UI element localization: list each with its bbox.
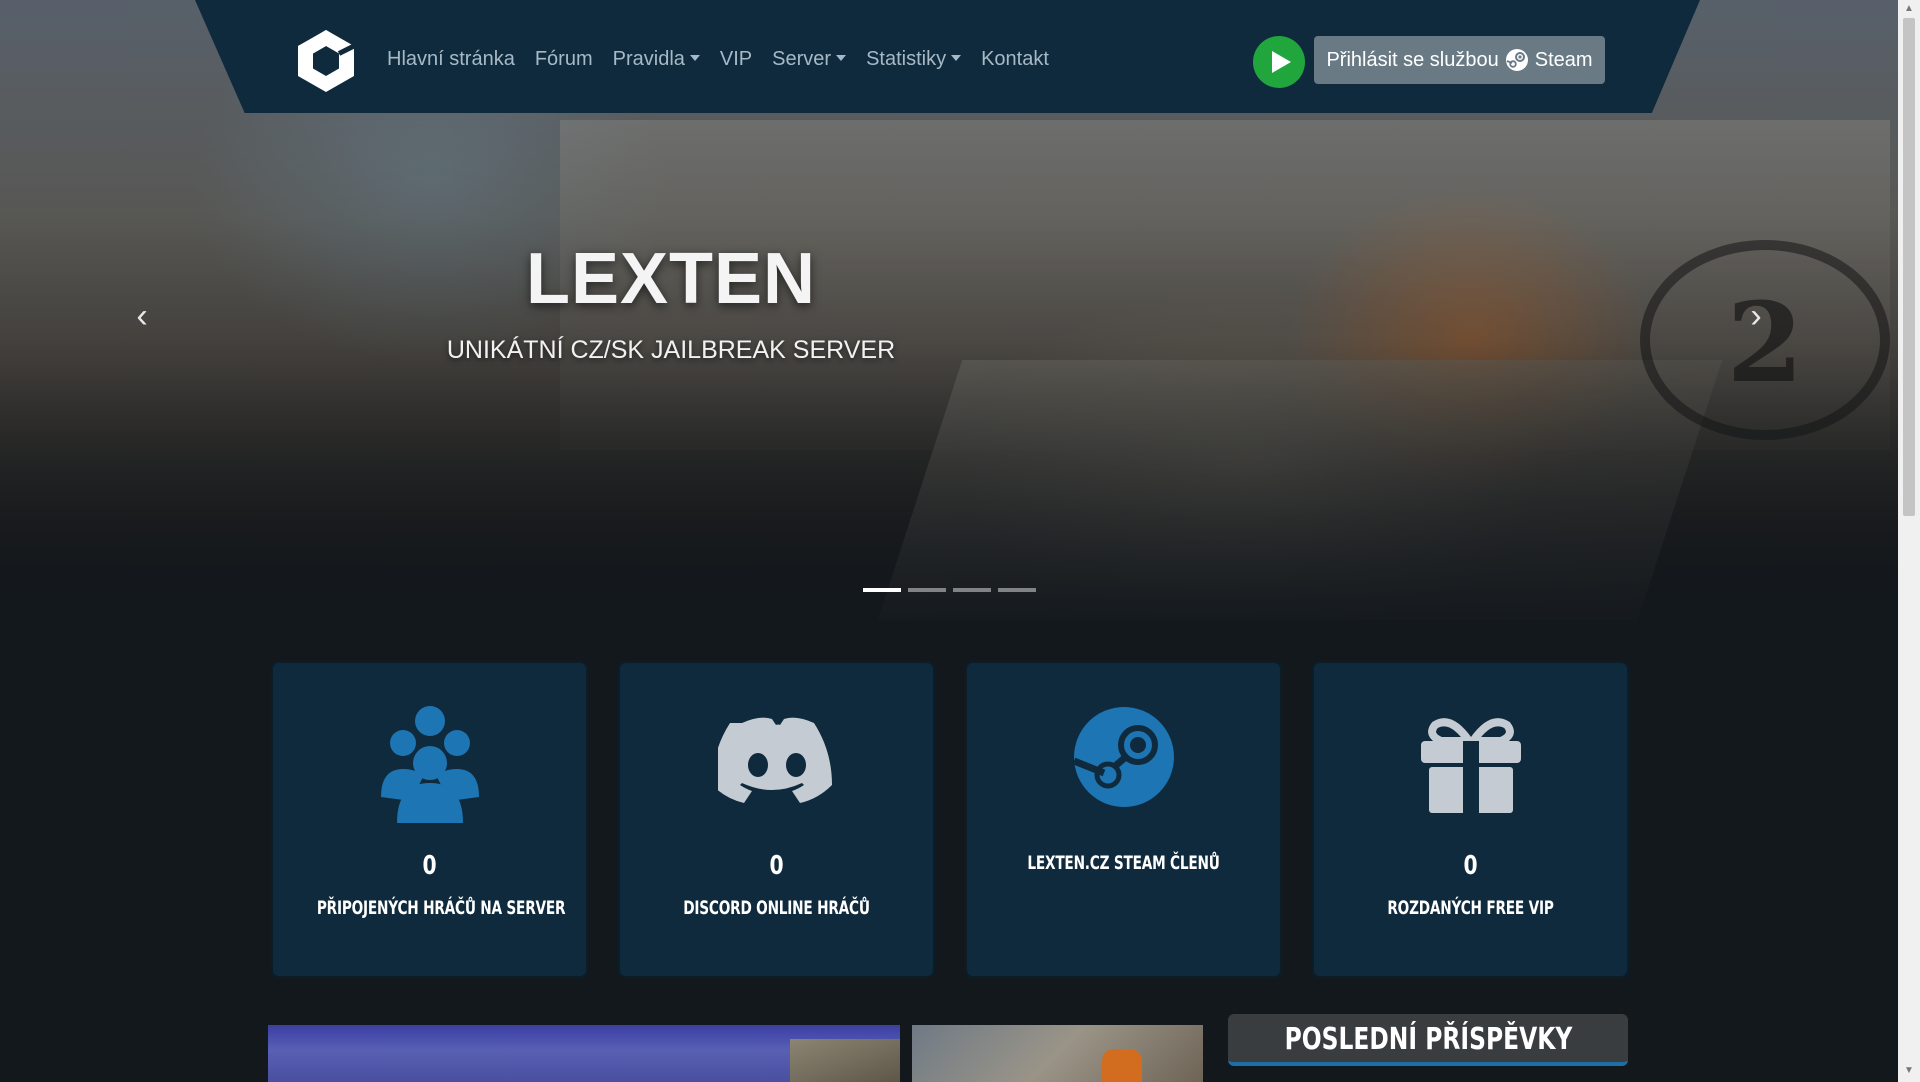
play-icon [1272,51,1291,73]
discord-icon [717,717,832,803]
vip-count: 0 [1463,851,1478,881]
caret-down-icon [951,55,962,61]
scroll-up-icon[interactable]: ▲ [1903,2,1915,16]
news-thumbnail-2[interactable] [912,1025,1203,1082]
nav-rules-dropdown[interactable]: Pravidla [613,48,700,71]
nav-links: Hlavní stránka Fórum Pravidla VIP Server… [387,48,1049,71]
carousel-indicator-1[interactable] [863,588,901,592]
users-icon [380,706,479,823]
carousel-indicators [863,588,1036,592]
caret-down-icon [836,55,847,61]
hexagon-cube-logo[interactable] [293,28,359,94]
scroll-thumb[interactable] [1903,18,1915,516]
recent-posts-header: POSLEDNÍ PŘÍSPĚVKY [1228,1014,1628,1066]
carousel-prev-icon[interactable]: ‹ [122,296,162,336]
steam-group-icon [1072,707,1174,807]
steam-members-label: LEXTEN.CZ STEAM ČLENŮ [1027,852,1220,874]
gift-icon [1420,718,1521,813]
stat-card-players: 0 PŘIPOJENÝCH HRÁČŮ NA SERVER [273,663,586,976]
stat-card-discord: 0 DISCORD ONLINE HRÁČŮ [620,663,933,976]
scroll-down-icon[interactable]: ▼ [1903,1064,1915,1078]
discord-label: DISCORD ONLINE HRÁČŮ [683,897,870,919]
caret-down-icon [689,55,700,61]
stat-card-steam: LEXTEN.CZ STEAM ČLENŮ [967,663,1280,976]
page-scrollbar[interactable]: ▲ ▼ [1898,0,1920,1082]
steam-login-label: Přihlásit se službou [1326,48,1499,71]
carousel-indicator-3[interactable] [953,588,991,592]
steam-login-button[interactable]: Přihlásit se službou Steam [1314,36,1605,84]
discord-count: 0 [769,851,784,881]
nav-home[interactable]: Hlavní stránka [387,48,515,71]
nav-forum[interactable]: Fórum [535,48,593,71]
hero-title: LEXTEN [525,239,817,319]
vip-label: ROZDANÝCH FREE VIP [1387,897,1554,919]
steam-login-brand: Steam [1534,48,1593,71]
nav-contact[interactable]: Kontakt [981,48,1049,71]
nav-server-dropdown[interactable]: Server [772,48,847,71]
players-count: 0 [422,851,437,881]
stat-card-vip: 0 ROZDANÝCH FREE VIP [1314,663,1627,976]
steam-icon [1505,49,1528,71]
news-thumbnail-1[interactable] [268,1025,900,1082]
carousel-indicator-2[interactable] [908,588,946,592]
nav-vip[interactable]: VIP [720,48,752,71]
players-label: PŘIPOJENÝCH HRÁČŮ NA SERVER [316,897,566,919]
hero-subtitle: UNIKÁTNÍ CZ/SK JAILBREAK SERVER [446,336,896,364]
nav-stats-dropdown[interactable]: Statistiky [866,48,962,71]
recent-posts-title: POSLEDNÍ PŘÍSPĚVKY [1284,1022,1572,1057]
carousel-indicator-4[interactable] [998,588,1036,592]
play-button[interactable] [1253,36,1305,88]
carousel-next-icon[interactable]: › [1736,296,1776,336]
